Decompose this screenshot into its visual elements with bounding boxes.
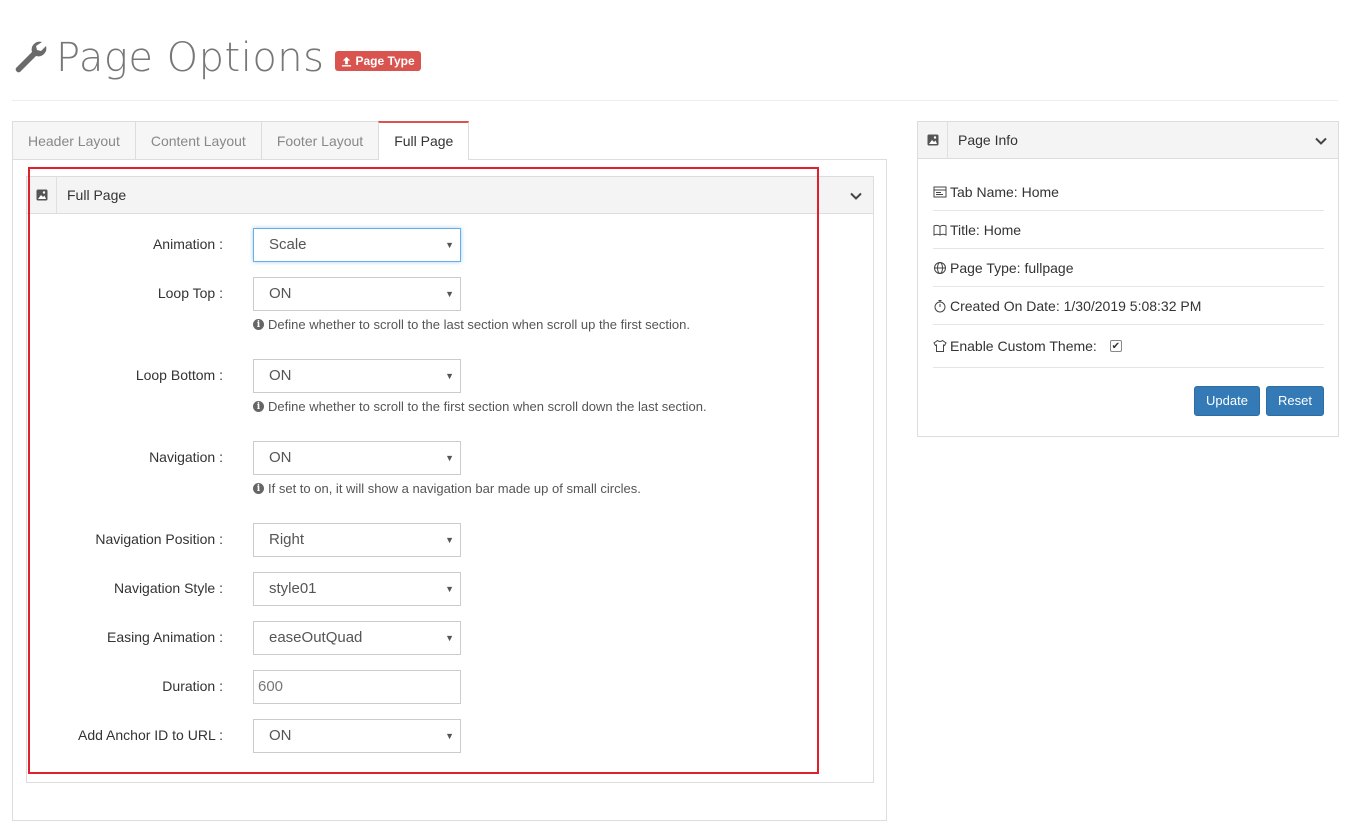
easing-animation-select[interactable]: easeOutQuad ▼ [253, 621, 461, 655]
update-button[interactable]: Update [1194, 386, 1260, 416]
tab-footer-layout[interactable]: Footer Layout [260, 121, 380, 160]
title-text: Title: Home [950, 221, 1022, 238]
duration-input[interactable]: 600 [253, 670, 461, 704]
page-info-panel: Page Info Tab Name: Home Title: Home Pag… [917, 121, 1339, 437]
chevron-down-icon[interactable] [1314, 134, 1328, 148]
loop-bottom-label: Loop Bottom : [135, 367, 223, 383]
loop-top-help: i Define whether to scroll to the last s… [253, 317, 690, 332]
chevron-down-icon[interactable] [849, 189, 863, 203]
info-icon: i [253, 319, 264, 330]
globe-icon [934, 261, 946, 274]
easing-animation-value: easeOutQuad [269, 629, 363, 646]
page-type-text: Page Type: fullpage [950, 259, 1074, 276]
info-icon: i [253, 483, 264, 494]
caret-down-icon: ▼ [445, 633, 454, 643]
navigation-help-text: If set to on, it will show a navigation … [268, 481, 641, 496]
info-page-type: Page Type: fullpage [933, 249, 1324, 287]
loop-bottom-value: ON [269, 367, 292, 384]
tab-header-layout[interactable]: Header Layout [12, 121, 136, 160]
custom-theme-checkbox[interactable]: ✔ [1109, 340, 1122, 352]
tab-full-page[interactable]: Full Page [378, 121, 470, 160]
info-icon: i [253, 401, 264, 412]
navigation-style-select[interactable]: style01 ▼ [253, 572, 461, 606]
easing-animation-label: Easing Animation : [107, 629, 223, 645]
caret-down-icon: ▼ [445, 584, 454, 594]
anchor-id-select[interactable]: ON ▼ [253, 719, 461, 753]
wrench-icon [15, 41, 47, 73]
animation-select[interactable]: Scale ▼ [253, 228, 461, 262]
navigation-position-select[interactable]: Right ▼ [253, 523, 461, 557]
navigation-value: ON [269, 449, 292, 466]
book-icon [933, 224, 947, 236]
image-icon [27, 176, 57, 214]
navigation-label: Navigation : [149, 449, 223, 465]
info-created-on: Created On Date: 1/30/2019 5:08:32 PM [933, 287, 1324, 325]
anchor-id-value: ON [269, 727, 292, 744]
created-on-text: Created On Date: 1/30/2019 5:08:32 PM [950, 297, 1202, 314]
page-type-badge[interactable]: Page Type [334, 51, 421, 71]
stopwatch-icon [934, 299, 946, 312]
navigation-style-label: Navigation Style : [114, 580, 223, 596]
loop-bottom-help: i Define whether to scroll to the first … [253, 399, 707, 414]
page-header: Page Options Page Type [12, 34, 421, 82]
badge-label: Page Type [355, 54, 415, 68]
info-tab-name: Tab Name: Home [933, 173, 1324, 211]
caret-down-icon: ▼ [445, 289, 454, 299]
upload-icon [341, 56, 351, 67]
page-info-title: Page Info [958, 132, 1018, 148]
caret-down-icon: ▼ [445, 731, 454, 741]
caret-down-icon: ▼ [445, 453, 454, 463]
animation-label: Animation : [152, 236, 223, 252]
tab-name-text: Tab Name: Home [950, 183, 1059, 200]
navigation-position-value: Right [269, 531, 305, 548]
panel-heading[interactable]: Full Page [27, 176, 873, 214]
image-icon [918, 121, 948, 159]
tab-content-layout[interactable]: Content Layout [134, 121, 262, 160]
custom-theme-label: Enable Custom Theme: [950, 338, 1097, 354]
loop-bottom-help-text: Define whether to scroll to the first se… [268, 399, 707, 414]
duration-label: Duration : [162, 678, 223, 694]
loop-top-value: ON [269, 285, 292, 302]
info-custom-theme: Enable Custom Theme: ✔ [933, 325, 1324, 368]
animation-value: Scale [269, 236, 307, 253]
loop-top-help-text: Define whether to scroll to the last sec… [268, 317, 690, 332]
anchor-id-label: Add Anchor ID to URL : [78, 727, 223, 743]
loop-bottom-select[interactable]: ON ▼ [253, 359, 461, 393]
reset-button[interactable]: Reset [1266, 386, 1324, 416]
header-divider [12, 100, 1338, 101]
page-info-heading[interactable]: Page Info [918, 121, 1338, 159]
loop-top-label: Loop Top : [157, 285, 223, 301]
loop-top-select[interactable]: ON ▼ [253, 277, 461, 311]
caret-down-icon: ▼ [445, 535, 454, 545]
panel-title: Full Page [67, 187, 127, 203]
navigation-select[interactable]: ON ▼ [253, 441, 461, 475]
navigation-style-value: style01 [269, 580, 317, 597]
caret-down-icon: ▼ [445, 371, 454, 381]
navigation-help: i If set to on, it will show a navigatio… [253, 481, 641, 496]
caret-down-icon: ▼ [445, 240, 454, 250]
tab-bar: Header Layout Content Layout Footer Layo… [12, 121, 470, 160]
info-title: Title: Home [933, 211, 1324, 249]
tshirt-icon [933, 339, 947, 352]
page-title: Page Options [56, 35, 325, 81]
window-icon [933, 186, 947, 197]
navigation-position-label: Navigation Position : [95, 531, 223, 547]
